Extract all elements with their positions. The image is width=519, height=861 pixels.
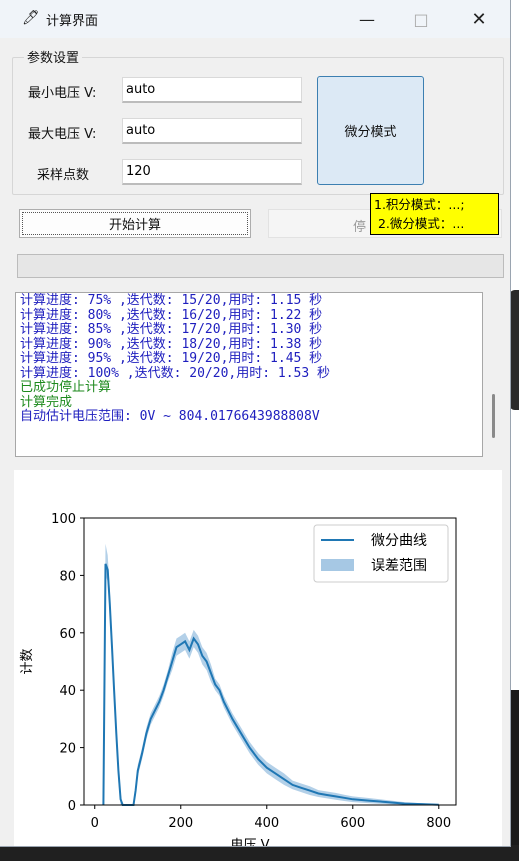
progress-bar: [17, 254, 504, 278]
x-tick-label: 400: [254, 816, 279, 831]
log-textbox[interactable]: 计算进度: 75% ,迭代数: 15/20,用时: 1.15 秒计算进度: 80…: [15, 292, 483, 457]
focus-ring: [22, 212, 248, 235]
min-voltage-input[interactable]: auto: [122, 77, 302, 103]
tooltip-line-1: 1.积分模式：...;: [374, 197, 465, 212]
log-line: 计算进度: 85% ,迭代数: 17/20,用时: 1.30 秒: [20, 322, 323, 337]
samples-label: 采样点数: [37, 168, 90, 183]
background-window-decoration: [509, 290, 519, 410]
stop-button-label: 停: [353, 220, 367, 235]
progress-fill: [18, 255, 503, 277]
feather-icon: 🖊︎: [22, 10, 40, 26]
log-line: 自动估计电压范围: 0V ~ 804.0176643988808V: [20, 409, 320, 424]
params-group-title: 参数设置: [24, 47, 83, 66]
mode-tooltip: 1.积分模式：...; 2.微分模式：...: [370, 193, 499, 235]
y-tick-label: 40: [59, 684, 76, 699]
x-axis-label: 电压 V: [230, 838, 269, 846]
log-line: 计算进度: 80% ,迭代数: 16/20,用时: 1.22 秒: [20, 307, 323, 323]
start-button[interactable]: 开始计算: [19, 209, 251, 238]
diff-mode-button[interactable]: 微分模式: [317, 76, 424, 185]
tooltip-line-2: 2.微分模式：...: [374, 216, 465, 231]
x-tick-label: 0: [91, 816, 99, 831]
log-line: 计算完成: [20, 394, 73, 410]
x-tick-label: 200: [168, 816, 193, 831]
x-tick-label: 800: [426, 816, 451, 831]
plot-canvas: 0 20 40 60 80 100 0 200 400 600 800 电压 V 计数 微分曲线误差范围: [14, 470, 502, 846]
error-band: [103, 543, 439, 805]
y-tick-label: 20: [59, 742, 76, 757]
window-title: 计算界面: [46, 14, 99, 29]
log-line: 计算进度: 90% ,迭代数: 18/20,用时: 1.38 秒: [20, 336, 323, 352]
close-button[interactable]: ✕: [456, 0, 502, 38]
maximize-icon: □: [413, 9, 429, 29]
log-line: 计算进度: 95% ,迭代数: 19/20,用时: 1.45 秒: [20, 351, 323, 366]
minimize-icon: —: [359, 9, 375, 29]
x-tick-label: 600: [340, 816, 365, 831]
log-line: 计算进度: 75% ,迭代数: 15/20,用时: 1.15 秒: [20, 293, 323, 308]
taskbar-strip: [0, 845, 519, 861]
minimize-button[interactable]: —: [344, 0, 390, 38]
y-tick-label: 100: [51, 512, 76, 527]
y-tick-label: 80: [59, 569, 76, 584]
y-tick-label: 0: [68, 799, 76, 814]
y-axis-label: 计数: [20, 648, 35, 674]
legend-label-band: 误差范围: [371, 557, 427, 574]
log-scrollbar[interactable]: [486, 292, 502, 457]
diff-mode-label: 微分模式: [344, 125, 397, 140]
max-voltage-input[interactable]: auto: [122, 118, 302, 144]
log-scroll-thumb[interactable]: [492, 394, 495, 438]
title-bar[interactable]: 🖊︎ 计算界面 — □ ✕: [0, 0, 510, 38]
legend-band-swatch: [321, 559, 354, 571]
log-line: 计算进度: 100% ,迭代数: 20/20,用时: 1.53 秒: [20, 365, 331, 381]
close-icon: ✕: [471, 8, 487, 30]
samples-input[interactable]: 120: [122, 159, 302, 185]
y-tick-label: 60: [59, 627, 76, 642]
min-voltage-label: 最小电压 V:: [28, 86, 97, 101]
max-voltage-label: 最大电压 V:: [28, 127, 97, 142]
chart-svg: 0 20 40 60 80 100 0 200 400 600 800 电压 V 计数 微分曲线误差范围: [20, 512, 457, 846]
maximize-button[interactable]: □: [398, 0, 444, 38]
log-line: 已成功停止计算: [20, 380, 112, 395]
legend-label-curve: 微分曲线: [371, 533, 427, 549]
calc-window: 🖊︎ 计算界面 — □ ✕ 参数设置 最小电压 V: auto 最大电压 V: …: [0, 0, 510, 846]
